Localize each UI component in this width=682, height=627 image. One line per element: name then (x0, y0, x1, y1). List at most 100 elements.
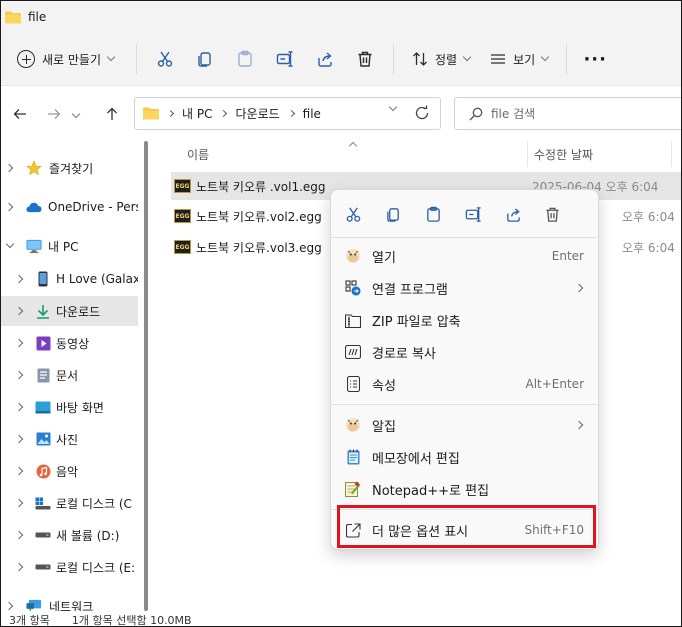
ctx-cut-button[interactable] (341, 202, 365, 226)
chevron-down-icon[interactable] (388, 102, 398, 112)
cloud-icon (26, 199, 42, 215)
expand-chevron-icon[interactable] (4, 163, 14, 173)
status-bar: 3개 항목 1개 항목 선택함 10.0MB (1, 611, 681, 627)
copy-button[interactable] (185, 42, 225, 76)
rename-button[interactable] (265, 42, 305, 76)
expand-chevron-icon[interactable] (4, 601, 14, 611)
address-bar[interactable]: 내 PC 다운로드 file (134, 97, 441, 130)
menu-item-copy-path[interactable]: 경로로 복사 (335, 337, 596, 367)
selection-info: 1개 항목 선택함 10.0MB (71, 613, 192, 627)
window-title: file (28, 10, 47, 24)
sidebar-item-label: 다운로드 (56, 304, 101, 319)
expand-chevron-icon[interactable] (14, 306, 24, 316)
ctx-share-button[interactable] (501, 202, 525, 226)
recent-dropdown-button[interactable] (63, 101, 89, 127)
cut-button[interactable] (145, 42, 185, 76)
sidebar-item-galaxy-phone[interactable]: H Love (Galaxy (1, 264, 138, 294)
drive-icon (35, 559, 51, 575)
expand-chevron-icon[interactable] (14, 562, 24, 572)
more-button[interactable]: ··· (575, 42, 615, 76)
collapse-chevron-icon[interactable] (5, 239, 15, 249)
sidebar-item-desktop[interactable]: 바탕 화면 (1, 392, 138, 422)
sidebar-item-drive-d[interactable]: 새 볼륨 (D:) (1, 520, 138, 550)
ctx-paste-button[interactable] (421, 202, 445, 226)
scissors-icon (346, 207, 360, 222)
column-divider[interactable] (527, 141, 528, 167)
expand-chevron-icon[interactable] (14, 338, 24, 348)
column-divider[interactable] (671, 141, 672, 167)
expand-chevron-icon[interactable] (14, 402, 24, 412)
sort-button[interactable]: 정렬 (402, 42, 480, 76)
breadcrumb-separator (220, 109, 228, 118)
breadcrumb-downloads[interactable]: 다운로드 (235, 105, 279, 122)
breadcrumb-this-pc[interactable]: 내 PC (182, 105, 212, 122)
drive-c-icon (35, 495, 51, 511)
chevron-down-icon (540, 52, 550, 62)
sidebar-item-label: 새 볼륨 (D:) (56, 528, 120, 543)
menu-item-label: 연결 프로그램 (372, 282, 448, 298)
breadcrumb-file[interactable]: file (303, 107, 321, 121)
menu-item-label: 알집 (372, 419, 396, 435)
view-label: 보기 (513, 52, 536, 67)
expand-chevron-icon[interactable] (14, 466, 24, 476)
sidebar-item-documents[interactable]: 문서 (1, 360, 138, 390)
notepadpp-icon (345, 481, 361, 497)
expand-chevron-icon[interactable] (14, 274, 24, 284)
sidebar-item-downloads[interactable]: 다운로드 (1, 296, 138, 326)
sidebar-item-label: 문서 (56, 368, 79, 383)
command-bar: 새로 만들기 정렬 보기 ··· (1, 33, 681, 85)
paste-button[interactable] (225, 42, 265, 76)
back-button[interactable] (7, 101, 33, 127)
menu-item-properties[interactable]: 속성 Alt+Enter (335, 369, 596, 399)
folder-icon (5, 11, 21, 23)
column-header-label: 이름 (187, 147, 210, 162)
sidebar-item-onedrive[interactable]: OneDrive - Perso (1, 192, 138, 222)
sidebar-item-music[interactable]: 음악 (1, 456, 138, 486)
trash-icon (545, 207, 559, 222)
context-menu: 열기 Enter 연결 프로그램 ZIP 파일로 압축 경로로 복사 속성 Al… (330, 189, 599, 550)
sidebar-item-label: 동영상 (56, 336, 90, 351)
arrow-left-icon (13, 109, 26, 119)
sidebar-item-drive-e[interactable]: 로컬 디스크 (E: (1, 552, 138, 582)
toolbar-divider (136, 44, 138, 74)
sidebar-item-pictures[interactable]: 사진 (1, 424, 138, 454)
refresh-icon[interactable] (414, 105, 430, 121)
menu-item-open[interactable]: 열기 Enter (335, 241, 596, 271)
sidebar-item-this-pc[interactable]: 내 PC (1, 231, 138, 261)
menu-item-zip[interactable]: ZIP 파일로 압축 (335, 305, 596, 335)
search-box[interactable]: file 검색 (454, 97, 681, 130)
ctx-rename-button[interactable] (461, 202, 485, 226)
view-button[interactable]: 보기 (480, 42, 558, 76)
menu-item-open-with[interactable]: 연결 프로그램 (335, 273, 596, 303)
expand-chevron-icon[interactable] (14, 434, 24, 444)
menu-item-alzip[interactable]: 알집 (335, 410, 596, 440)
column-header-name[interactable]: 이름 (187, 139, 209, 169)
delete-button[interactable] (345, 42, 385, 76)
menu-item-notepadpp[interactable]: Notepad++로 편집 (335, 474, 596, 504)
column-header-modified[interactable]: 수정한 날짜 (534, 139, 593, 169)
expand-chevron-icon[interactable] (14, 498, 24, 508)
search-placeholder: file 검색 (491, 107, 536, 121)
copy-icon (386, 207, 399, 222)
expand-chevron-icon[interactable] (4, 202, 14, 212)
expand-chevron-icon[interactable] (14, 370, 24, 380)
sidebar-item-videos[interactable]: 동영상 (1, 328, 138, 358)
expand-chevron-icon[interactable] (14, 530, 24, 540)
arrow-right-icon (48, 109, 61, 119)
new-button[interactable]: 새로 만들기 (15, 42, 120, 76)
up-button[interactable] (99, 101, 125, 127)
sidebar-item-drive-c[interactable]: 로컬 디스크 (C (1, 488, 138, 518)
ctx-copy-button[interactable] (381, 202, 405, 226)
share-button[interactable] (305, 42, 345, 76)
drive-icon (35, 527, 51, 543)
menu-item-label: 메모장에서 편집 (372, 451, 460, 467)
paste-icon (426, 206, 440, 222)
sidebar-item-label: 음악 (56, 464, 79, 479)
star-icon (26, 160, 42, 176)
menu-item-label: Notepad++로 편집 (372, 483, 490, 499)
sidebar-item-favorites[interactable]: 즐겨찾기 (1, 153, 138, 183)
column-header-label: 수정한 날짜 (534, 147, 594, 162)
sidebar-scrollbar[interactable] (144, 141, 148, 611)
menu-item-notepad[interactable]: 메모장에서 편집 (335, 442, 596, 472)
ctx-delete-button[interactable] (540, 202, 564, 226)
